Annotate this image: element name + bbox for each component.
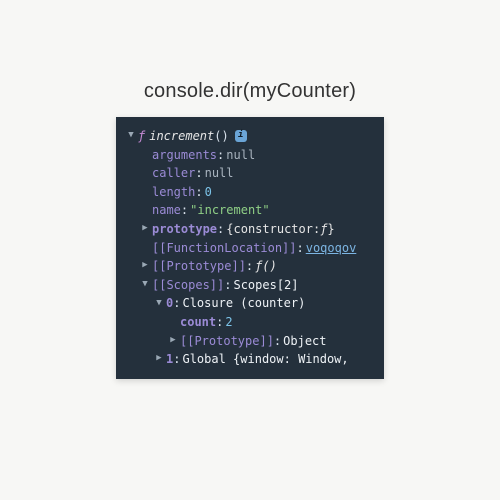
prop-key: name — [152, 201, 181, 220]
prop-value: Object — [283, 332, 326, 351]
prop-key: [[Prototype]] — [152, 257, 246, 276]
prop-value-prefix: {constructor: — [226, 220, 320, 239]
scope-0-count[interactable]: count: 2 — [120, 313, 380, 332]
prop-value: "increment" — [190, 201, 269, 220]
prop-proto[interactable]: [[Prototype]]: ƒ () — [120, 257, 380, 276]
prop-key: caller — [152, 164, 195, 183]
page-title: console.dir(myCounter) — [144, 80, 356, 103]
console-dir-output: ƒ increment () i arguments: null caller:… — [116, 117, 384, 379]
prop-function-location[interactable]: [[FunctionLocation]]: voqoqov — [120, 239, 380, 258]
prop-value: null — [205, 164, 234, 183]
prop-scopes[interactable]: [[Scopes]]: Scopes[2] — [120, 276, 380, 295]
chevron-down-icon[interactable] — [154, 299, 164, 309]
prop-key: 1 — [166, 350, 173, 369]
prop-length[interactable]: length: 0 — [120, 183, 380, 202]
prop-value: Global {window: Window, — [182, 350, 348, 369]
chevron-down-icon[interactable] — [140, 280, 150, 290]
function-f-icon: ƒ — [255, 257, 262, 276]
function-name: increment — [149, 127, 214, 146]
prop-key: [[Scopes]] — [152, 276, 224, 295]
prop-arguments[interactable]: arguments: null — [120, 146, 380, 165]
prop-key: [[FunctionLocation]] — [152, 239, 297, 258]
prop-key: [[Prototype]] — [180, 332, 274, 351]
chevron-down-icon[interactable] — [126, 131, 136, 141]
info-icon[interactable]: i — [235, 130, 247, 142]
function-f-icon: ƒ — [138, 127, 145, 146]
chevron-right-icon[interactable] — [140, 261, 150, 271]
prop-value: 0 — [205, 183, 212, 202]
scope-1[interactable]: 1: Global {window: Window, — [120, 350, 380, 369]
prop-caller[interactable]: caller: null — [120, 164, 380, 183]
fn-header-row[interactable]: ƒ increment () i — [120, 127, 380, 146]
prop-key: prototype — [152, 220, 217, 239]
prop-key: arguments — [152, 146, 217, 165]
chevron-right-icon[interactable] — [140, 224, 150, 234]
prop-prototype[interactable]: prototype: {constructor: ƒ} — [120, 220, 380, 239]
prop-key: count — [180, 313, 216, 332]
prop-key: 0 — [166, 294, 173, 313]
scope-0-proto[interactable]: [[Prototype]]: Object — [120, 332, 380, 351]
function-f-icon: ƒ — [320, 220, 327, 239]
source-link[interactable]: voqoqov — [306, 239, 357, 258]
prop-key: length — [152, 183, 195, 202]
chevron-right-icon[interactable] — [154, 354, 164, 364]
prop-value: null — [226, 146, 255, 165]
function-parens: () — [214, 127, 228, 146]
prop-value: () — [262, 257, 276, 276]
prop-value: 2 — [225, 313, 232, 332]
prop-value: Closure (counter) — [182, 294, 305, 313]
chevron-right-icon[interactable] — [168, 336, 178, 346]
prop-value-suffix: } — [327, 220, 334, 239]
prop-name[interactable]: name: "increment" — [120, 201, 380, 220]
scope-0[interactable]: 0: Closure (counter) — [120, 294, 380, 313]
prop-value: Scopes[2] — [233, 276, 298, 295]
